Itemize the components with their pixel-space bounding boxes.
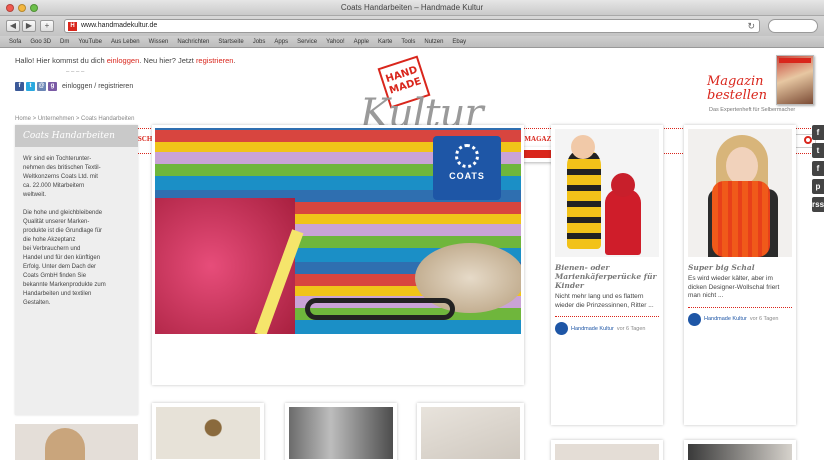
browser-toolbar: ◀ ▶ + H www.handmadekultur.de ↻ xyxy=(0,16,824,36)
login-greeting: Hallo! Hier kommst du dich einloggen. Ne… xyxy=(15,56,236,65)
company-info-box: Coats Handarbeiten Wir sind ein Tochteru… xyxy=(15,125,138,415)
twitter-icon[interactable]: t xyxy=(812,143,824,158)
browser-search-field[interactable] xyxy=(768,19,818,33)
bookmark-item[interactable]: Sofa xyxy=(9,39,21,45)
bookmark-item[interactable]: Wissen xyxy=(149,39,169,45)
coats-logo: COATS xyxy=(433,136,501,200)
window-title: Coats Handarbeiten – Handmade Kultur xyxy=(340,3,484,12)
card-image xyxy=(421,407,520,459)
card-image xyxy=(555,444,659,460)
card-image xyxy=(289,407,393,459)
thumbnail-card[interactable] xyxy=(417,403,524,460)
login-link[interactable]: einloggen xyxy=(107,56,140,65)
bookmark-item[interactable]: Nutzen xyxy=(424,39,443,45)
article-meta: Handmade Kultur vor 6 Tagen xyxy=(688,312,792,326)
bookmark-item[interactable]: Service xyxy=(297,39,317,45)
reload-icon[interactable]: ↻ xyxy=(747,21,755,32)
facebook-share-icon[interactable]: f xyxy=(812,161,824,176)
article-card[interactable]: Bienen- oder Marienkäferperücke für Kind… xyxy=(551,125,663,425)
greeting-text-middle: . Neu hier? Jetzt xyxy=(139,56,196,65)
bookmark-item[interactable]: Apps xyxy=(274,39,288,45)
author-avatar[interactable] xyxy=(555,322,568,335)
article-title[interactable]: Super big Schal xyxy=(688,263,792,272)
share-button[interactable]: + xyxy=(40,20,54,32)
address-text: www.handmadekultur.de xyxy=(81,22,158,29)
company-info-title: Coats Handarbeiten xyxy=(15,125,138,147)
magazine-subtitle: Das Expertenheft für Selbermacher xyxy=(709,107,796,113)
ladybug-hat xyxy=(611,173,635,197)
mail-icon[interactable]: @ xyxy=(37,82,46,91)
bookmark-item[interactable]: Ebay xyxy=(452,39,466,45)
model-face xyxy=(726,147,758,185)
bookmark-item[interactable]: Apple xyxy=(354,39,369,45)
article-teaser: Nicht mehr lang und es flattern wieder d… xyxy=(555,293,654,309)
openid-icon[interactable]: g xyxy=(48,82,57,91)
breadcrumb[interactable]: Home > Unternehmen > Coats Handarbeiten xyxy=(15,116,134,122)
greeting-text-end: . xyxy=(233,56,236,65)
back-button[interactable]: ◀ xyxy=(6,20,20,32)
orange-scarf xyxy=(712,181,770,257)
coats-logo-text: COATS xyxy=(449,171,485,181)
register-link[interactable]: registrieren xyxy=(196,56,234,65)
author-name[interactable]: Handmade Kultur xyxy=(571,326,614,332)
bookmark-item[interactable]: Jobs xyxy=(253,39,266,45)
ladybug-costume xyxy=(605,189,641,255)
bookmark-item[interactable]: Aus Leben xyxy=(111,39,140,45)
article-image xyxy=(688,129,792,257)
facebook-icon[interactable]: f xyxy=(15,82,24,91)
article-teaser: Es wird wieder kälter, aber im dicken De… xyxy=(688,275,780,299)
bookmarks-bar: Sofa Goo 3D Dm YouTube Aus Leben Wissen Nachri… xyxy=(0,36,824,48)
bookmark-item[interactable]: Goo 3D xyxy=(30,39,51,45)
company-info-text: Wir sind ein Tochterunter- nehmen des br… xyxy=(23,156,106,306)
site-favicon-icon: H xyxy=(68,22,77,31)
post-time: vor 6 Tagen xyxy=(616,325,646,332)
thumbnail-card[interactable] xyxy=(152,403,264,460)
hero-image: COATS xyxy=(155,128,521,334)
card-image xyxy=(688,444,792,460)
bookmark-item[interactable]: Tools xyxy=(401,39,415,45)
address-bar[interactable]: H www.handmadekultur.de ↻ xyxy=(64,19,760,33)
rss-icon[interactable]: rss xyxy=(812,197,824,212)
greeting-text: Hallo! Hier kommst du dich xyxy=(15,56,107,65)
bookmark-item[interactable]: Startseite xyxy=(218,39,243,45)
bee-costume xyxy=(567,149,601,249)
author-avatar[interactable] xyxy=(688,312,701,326)
bookmark-item[interactable]: Yahoo! xyxy=(326,39,345,45)
forward-button[interactable]: ▶ xyxy=(22,20,36,32)
divider-ornament: – – – – xyxy=(66,69,85,75)
article-meta: Handmade Kultur vor 6 Tagen xyxy=(555,322,659,335)
search-icon[interactable] xyxy=(804,136,812,144)
magazine-cover-image[interactable] xyxy=(776,55,814,105)
post-time: vor 6 Tagen xyxy=(749,316,779,322)
card-image xyxy=(156,407,260,459)
thumbnail-card[interactable] xyxy=(285,403,397,460)
bookmark-item[interactable]: Karte xyxy=(378,39,392,45)
sidebar-thumbnail[interactable] xyxy=(15,424,138,460)
article-title[interactable]: Bienen- oder Marienkäferperücke für Kind… xyxy=(555,263,659,290)
bookmark-item[interactable]: Dm xyxy=(60,39,69,45)
social-login-row: f t @ g einloggen / registrieren xyxy=(15,82,133,91)
thumbnail-card[interactable] xyxy=(551,440,663,460)
window-titlebar: Coats Handarbeiten – Handmade Kultur xyxy=(0,0,824,16)
bookmark-item[interactable]: YouTube xyxy=(78,39,102,45)
hero-banner[interactable]: COATS xyxy=(152,125,524,385)
social-login-label[interactable]: einloggen / registrieren xyxy=(62,83,133,90)
article-image xyxy=(555,129,659,257)
card-divider xyxy=(555,316,659,317)
floating-social-bar: f t f p rss xyxy=(812,125,824,215)
twitter-icon[interactable]: t xyxy=(26,82,35,91)
facebook-icon[interactable]: f xyxy=(812,125,824,140)
card-divider xyxy=(688,306,792,308)
scissors-icon xyxy=(305,298,455,320)
author-name[interactable]: Handmade Kultur xyxy=(704,316,747,322)
thumbnail-card[interactable] xyxy=(684,440,796,460)
article-card[interactable]: Super big Schal Es wird wieder kälter, a… xyxy=(684,125,796,425)
pinterest-icon[interactable]: p xyxy=(812,179,824,194)
coats-ring-icon xyxy=(455,144,479,168)
bookmark-item[interactable]: Nachrichten xyxy=(177,39,209,45)
child-face xyxy=(571,135,595,159)
